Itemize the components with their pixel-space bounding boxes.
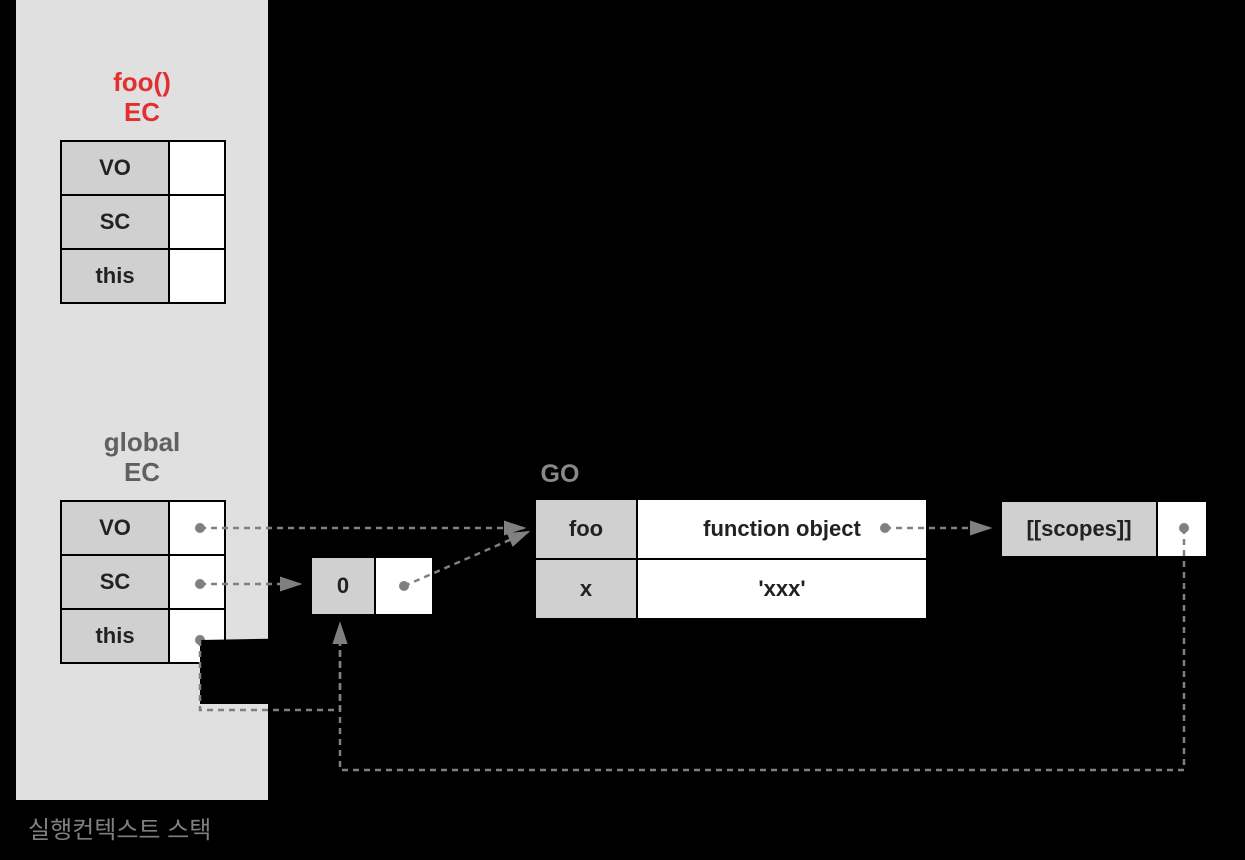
go-row-foo-k: foo	[535, 499, 637, 559]
global-ec-row-vo: VO	[61, 501, 169, 555]
go-title: GO	[520, 460, 600, 489]
global-ec-table: VO SC this	[60, 500, 226, 664]
scopes-label: [[scopes]]	[1001, 501, 1157, 557]
global-ec-title-line1: global	[104, 427, 181, 457]
go-row-x-k: x	[535, 559, 637, 619]
global-ec-row-sc: SC	[61, 555, 169, 609]
global-ec-vo-value	[169, 501, 225, 555]
global-ec-title: global EC	[42, 428, 242, 488]
scopes-value	[1157, 501, 1207, 557]
foo-ec-title-line1: foo()	[113, 67, 171, 97]
go-table: foofunction object x'xxx'	[534, 498, 928, 620]
stack-caption: 실행컨텍스트 스택	[28, 810, 211, 845]
foo-ec-table: VO SC this	[60, 140, 226, 304]
zero-box: 0	[310, 556, 434, 616]
scopes-box: [[scopes]]	[1000, 500, 1208, 558]
foo-ec-title-line2: EC	[124, 97, 160, 127]
global-ec-sc-value	[169, 555, 225, 609]
foo-ec-vo-value	[169, 141, 225, 195]
foo-ec-row-vo: VO	[61, 141, 169, 195]
global-ec-title-line2: EC	[124, 457, 160, 487]
zero-value	[375, 557, 433, 615]
foo-ec-row-this: this	[61, 249, 169, 303]
foo-ec-sc-value	[169, 195, 225, 249]
foo-ec-this-value	[169, 249, 225, 303]
foo-ec-row-sc: SC	[61, 195, 169, 249]
foo-ec-title: foo() EC	[42, 68, 242, 128]
global-ec-this-value	[169, 609, 225, 663]
go-row-x-v: 'xxx'	[637, 559, 927, 619]
go-row-foo-v: function object	[637, 499, 927, 559]
global-ec-row-this: this	[61, 609, 169, 663]
zero-label: 0	[311, 557, 375, 615]
